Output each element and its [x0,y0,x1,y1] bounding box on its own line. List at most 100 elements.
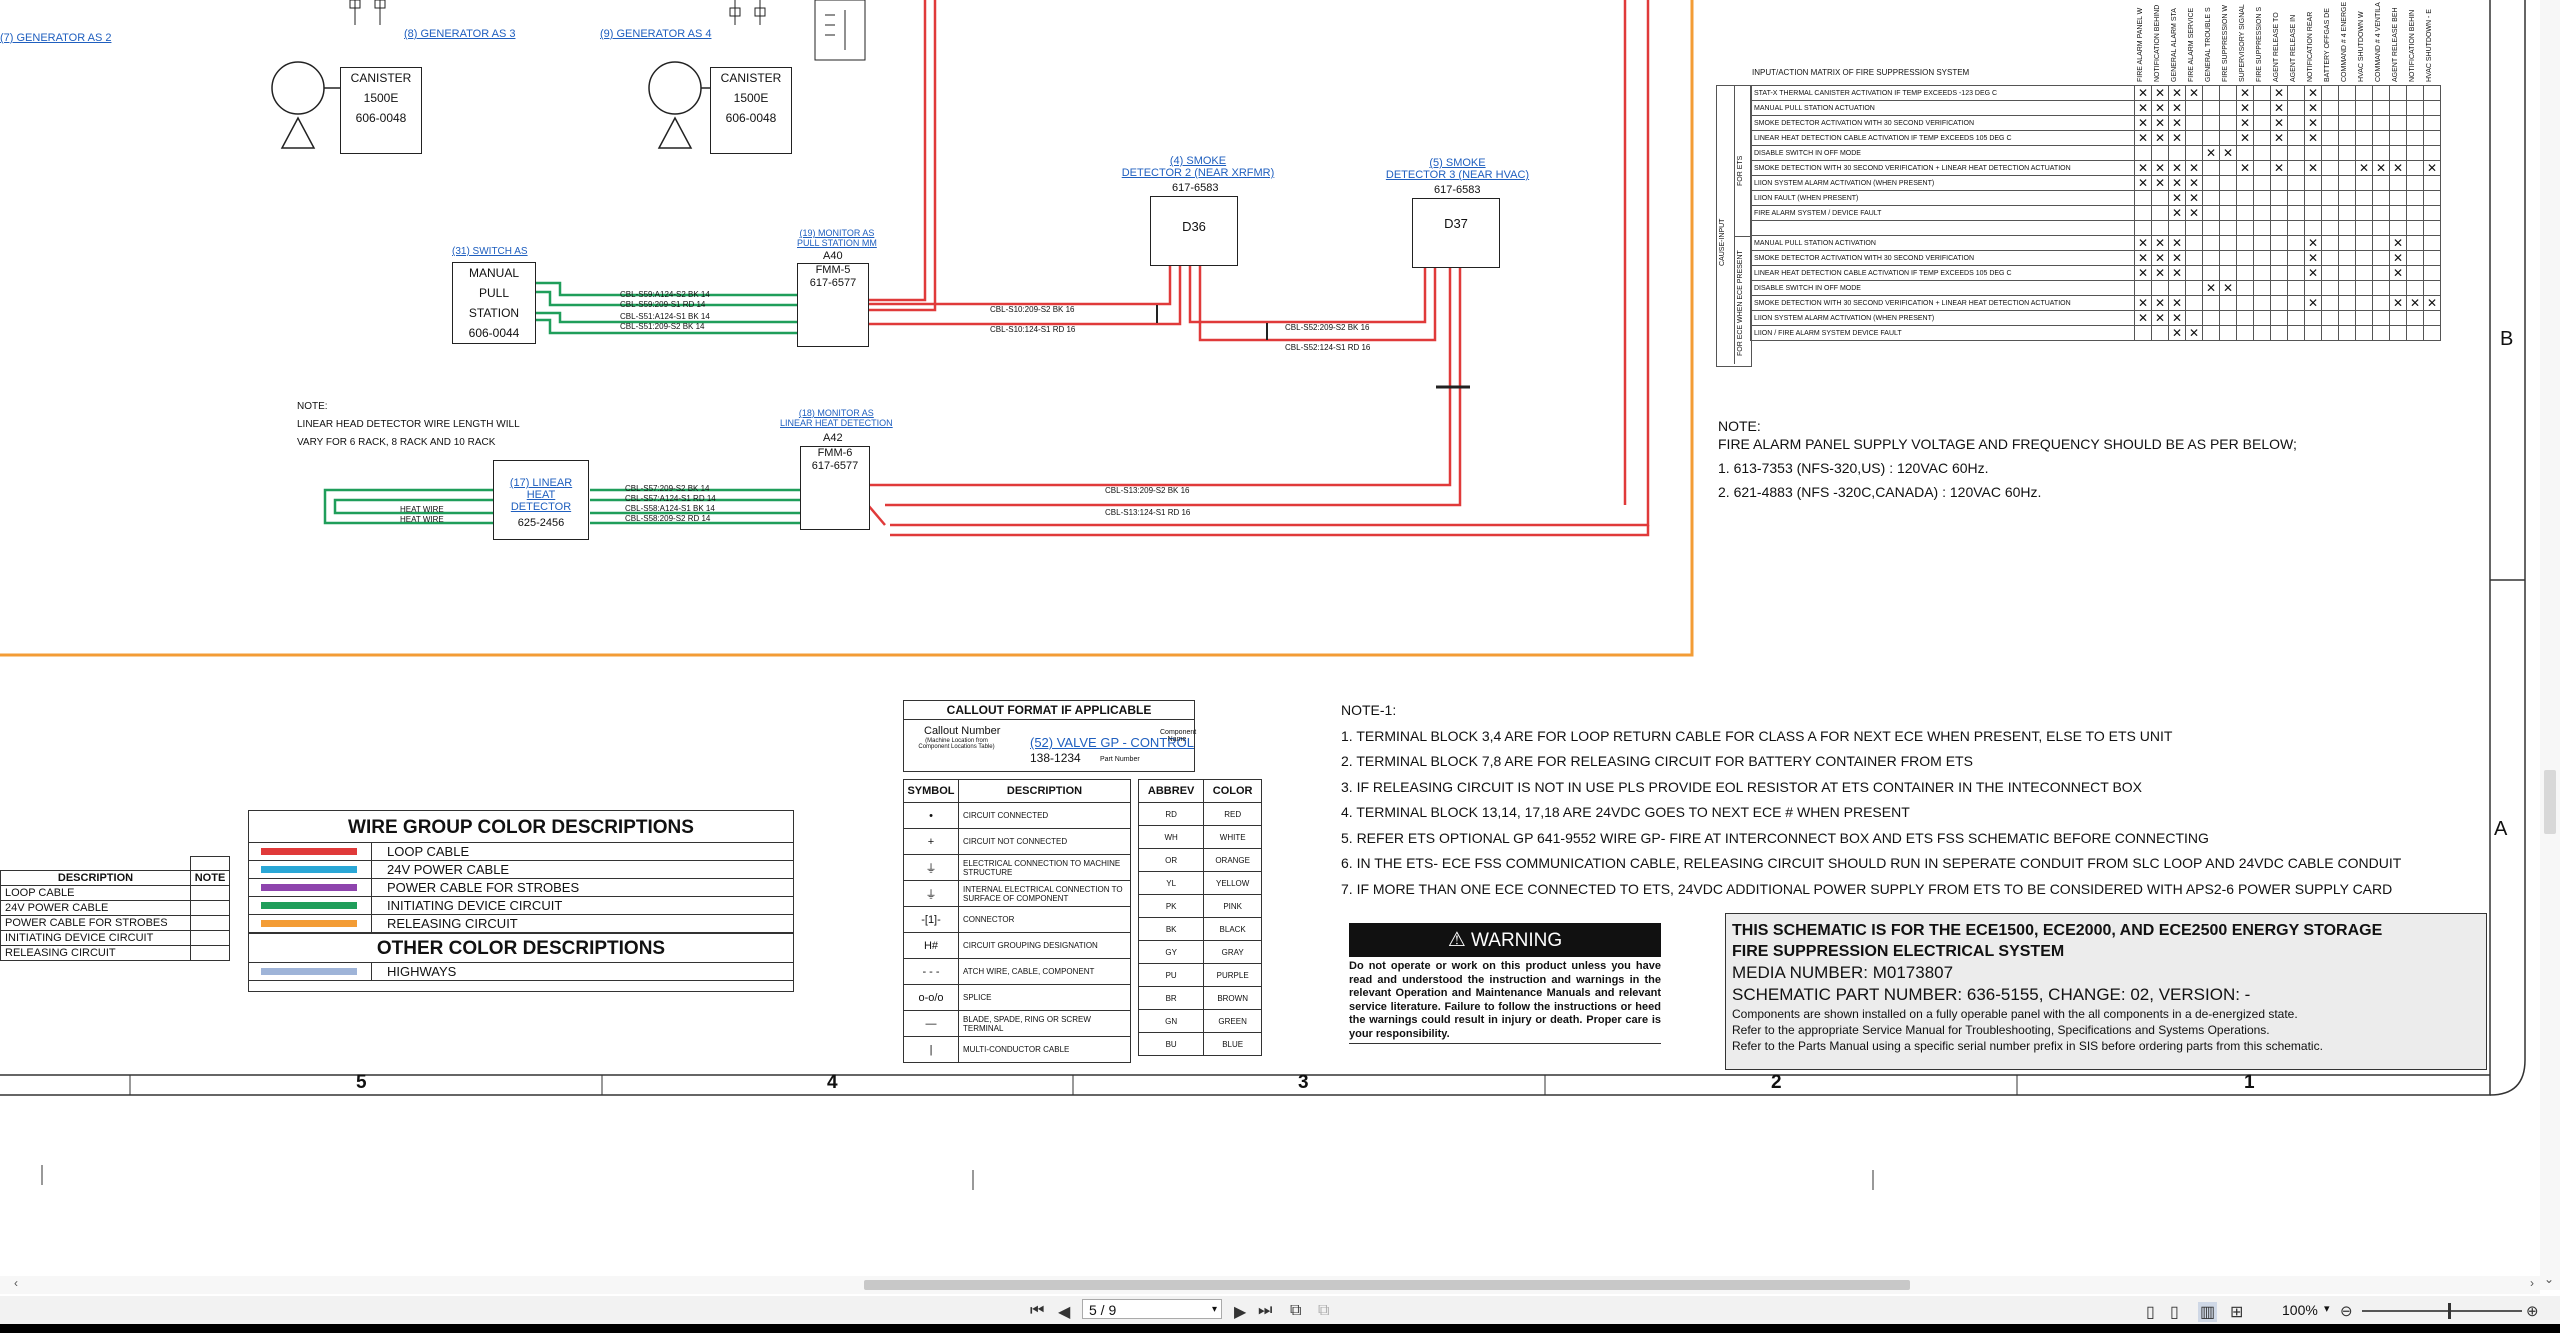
matrix-title: INPUT/ACTION MATRIX OF FIRE SUPPRESSION … [1752,68,1970,77]
scroll-down-arrow-icon[interactable]: ⌄ [2544,1272,2554,1286]
matrix-cell [2253,160,2271,176]
matrix-cell [2406,100,2424,116]
two-page-icon[interactable]: ⧉ [1318,1302,1329,1320]
wire-color-label: LOOP CABLE [387,844,470,859]
smoke-detector-3-part: 617-6583 [1434,184,1481,196]
matrix-for-ets-label: FOR ETS [1737,155,1744,186]
abbrev-row: OR ORANGE [1137,848,1262,872]
matrix-column-header: COMMAND # 4 ENERGE [2341,1,2348,82]
media-number: MEDIA NUMBER: M0173807 [1732,963,1954,982]
matrix-cell [2321,280,2339,296]
smoke-detector-d36: D36 [1150,196,1238,266]
lhd-l3[interactable]: DETECTOR [494,501,588,513]
horizontal-scrollbar[interactable]: ‹ › [0,1276,2540,1294]
scroll-left-arrow-icon[interactable]: ‹ [14,1276,18,1290]
matrix-cell [2338,220,2356,236]
matrix-cell: ✕ [2304,85,2322,101]
manual-pull-l2: PULL [478,286,510,300]
column-4: 4 [827,1072,838,1093]
wire-color-row: LOOP CABLE [249,843,793,861]
lhd-l1[interactable]: (17) LINEAR [494,477,588,489]
matrix-cell [2406,145,2424,161]
single-page-view-icon[interactable]: ▯ [2146,1302,2155,1322]
matrix-cell [2406,220,2424,236]
symbol-glyph: — [903,1010,959,1037]
last-page-icon[interactable]: ⏭ [1258,1302,1272,1320]
zoom-level[interactable]: 100% [2282,1302,2318,1318]
matrix-cell [2185,295,2203,311]
callout-sub-label: (Machine Location from Component Locatio… [918,738,995,750]
zoom-slider-handle[interactable] [2448,1303,2451,1319]
matrix-cell: ✕ [2355,160,2373,176]
monitor-lhd-label[interactable]: (18) MONITOR AS LINEAR HEAT DETECTION [780,408,893,428]
wire-color-label: RELEASING CIRCUIT [387,916,518,931]
generator-as3-label[interactable]: (8) GENERATOR AS 3 [404,28,515,40]
vertical-scroll-thumb[interactable] [2544,770,2556,834]
zoom-slider[interactable] [2362,1303,2522,1319]
matrix-cell [2321,130,2339,146]
matrix-cell [2202,235,2220,251]
matrix-cell [2304,190,2322,206]
facing-view-icon[interactable]: ▥ [2198,1302,2218,1322]
smoke-detector-2-label[interactable]: (4) SMOKE DETECTOR 2 (NEAR XRFMR) [1118,155,1278,179]
previous-page-icon[interactable]: ◀ [1058,1302,1070,1322]
matrix-column-header: COMMAND # 4 VENTILA [2375,2,2382,82]
generator-as2-label[interactable]: (7) GENERATOR AS 2 [0,32,111,44]
matrix-cell [2185,145,2203,161]
matrix-cell [2372,85,2390,101]
matrix-cell [2185,235,2203,251]
symbol-glyph: ⏚ [903,854,959,881]
matrix-cell: ✕ [2168,310,2186,326]
matrix-cell: ✕ [2168,175,2186,191]
first-page-icon[interactable]: ⏮ [1030,1302,1044,1320]
scroll-right-arrow-icon[interactable]: › [2530,1276,2534,1290]
zoom-in-icon[interactable]: ⊕ [2526,1302,2539,1320]
cover-view-icon[interactable]: ⊞ [2230,1302,2243,1322]
swatch-divider [371,915,372,932]
matrix-cell [2406,265,2424,281]
matrix-cell [2355,310,2373,326]
symbol-description: CIRCUIT GROUPING DESIGNATION [958,932,1131,959]
lhd-l2[interactable]: HEAT [494,489,588,501]
matrix-row: LINEAR HEAT DETECTION CABLE ACTIVATION I… [1750,265,2441,281]
zoom-out-icon[interactable]: ⊖ [2340,1302,2353,1320]
horizontal-scroll-thumb[interactable] [864,1280,1910,1290]
matrix-cell [2236,250,2254,266]
smoke-detector-3-label[interactable]: (5) SMOKE DETECTOR 3 (NEAR HVAC) [1380,157,1535,181]
canister-2-title: CANISTER [720,71,782,85]
page-dropdown-icon[interactable]: ▾ [1212,1300,1217,1320]
matrix-column-header: NOTIFICATION BEHIN [2409,9,2416,82]
matrix-row: DISABLE SWITCH IN OFF MODE ✕ ✕ [1750,280,2441,296]
matrix-cell [2355,265,2373,281]
abbrev-code: PU [1137,963,1205,987]
fit-page-icon[interactable]: ⧉ [1290,1302,1301,1320]
zoom-dropdown-icon[interactable]: ▾ [2324,1302,2330,1315]
wire-color-label: POWER CABLE FOR STROBES [387,880,580,895]
matrix-cell [2151,145,2169,161]
matrix-cell: ✕ [2168,325,2186,341]
cable-desc-row: 24V POWER CABLE [0,900,230,916]
symbol-glyph: o-o/o [903,984,959,1011]
symbol-row: ⏚ ELECTRICAL CONNECTION TO MACHINE STRUCT… [903,854,1131,881]
page-number-input[interactable]: 5 / 9 ▾ [1082,1299,1222,1319]
matrix-cell [2372,310,2390,326]
matrix-cell [2219,160,2237,176]
matrix-cell [2202,310,2220,326]
switch-as-label[interactable]: (31) SWITCH AS [452,246,528,257]
fmm6-module: FMM-6 617-6577 [800,446,870,530]
matrix-cell: ✕ [2185,190,2203,206]
matrix-cell [2338,100,2356,116]
manual-pull-l1: MANUAL [468,266,519,280]
cable-note-cell [190,885,230,901]
fmm5-cable-labels: CBL-S10:209-S2 BK 16 CBL-S10:124-S1 RD 16 [990,305,1076,334]
matrix-cell [2406,205,2424,221]
vertical-scrollbar[interactable]: ⌄ [2540,0,2560,1290]
warning-text: Do not operate or work on this product u… [1349,960,1661,1044]
monitor-pull-label[interactable]: (19) MONITOR AS PULL STATION MM [797,228,877,248]
next-page-icon[interactable]: ▶ [1234,1302,1246,1322]
generator-as4-label[interactable]: (9) GENERATOR AS 4 [600,28,711,40]
matrix-cell: ✕ [2134,115,2152,131]
abbrev-code: BK [1137,917,1205,941]
smoke-detector-d37: D37 [1412,198,1500,268]
continuous-view-icon[interactable]: ▯ [2170,1302,2179,1322]
